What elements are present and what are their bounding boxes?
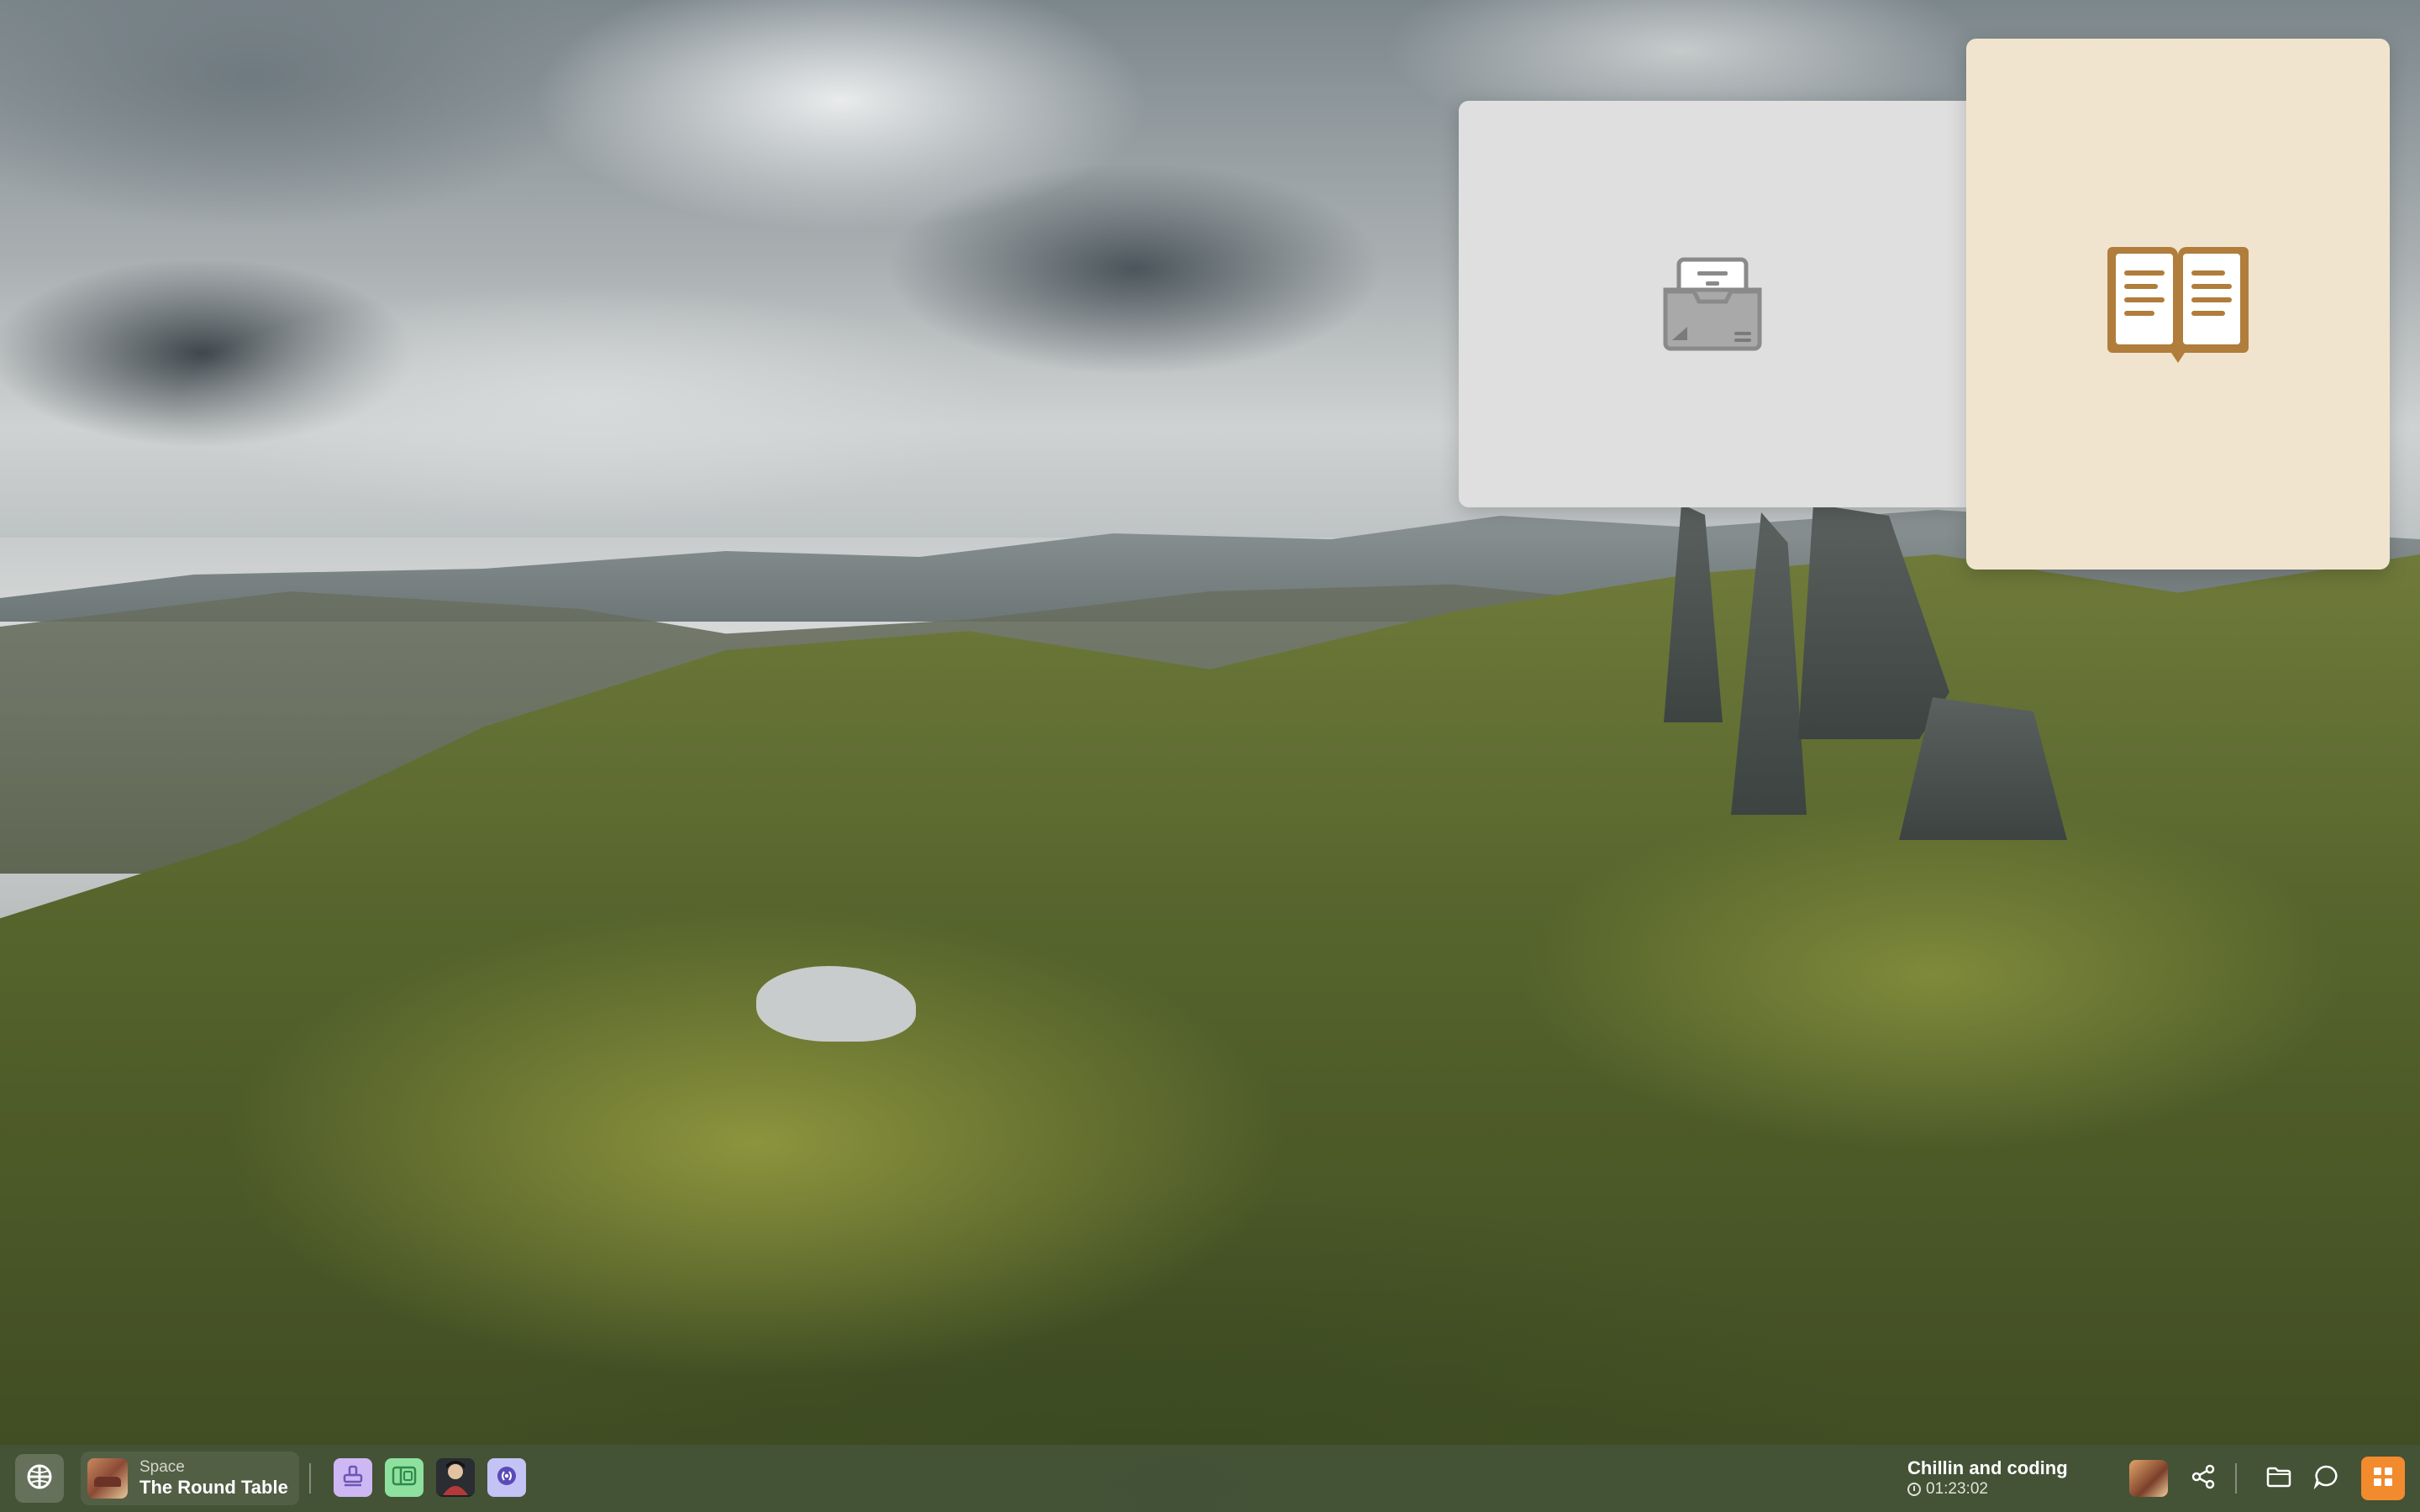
status-indicator[interactable]: Chillin and coding 01:23:02 bbox=[1907, 1453, 2101, 1504]
files-button[interactable] bbox=[2260, 1460, 2297, 1497]
inbox-tray-icon bbox=[1660, 256, 1765, 352]
grid-icon bbox=[2371, 1465, 2395, 1493]
status-title: Chillin and coding bbox=[1907, 1457, 2068, 1478]
notes-book-app-tile[interactable] bbox=[1966, 39, 2390, 570]
panel-app-button[interactable] bbox=[385, 1458, 424, 1497]
open-book-icon bbox=[2104, 242, 2252, 366]
space-kicker: Space bbox=[139, 1458, 185, 1476]
share-button[interactable] bbox=[2185, 1460, 2222, 1497]
chat-bubble-icon bbox=[2313, 1464, 2338, 1494]
participant-avatar[interactable] bbox=[2129, 1460, 2168, 1497]
character-app-icon bbox=[436, 1458, 475, 1497]
character-app-button[interactable] bbox=[436, 1458, 475, 1497]
taskbar: Space The Round Table Chillin and coding… bbox=[0, 1445, 2420, 1512]
panel-app-icon bbox=[392, 1466, 417, 1490]
elapsed-time: 01:23:02 bbox=[1907, 1479, 2101, 1499]
globe-button[interactable] bbox=[15, 1454, 64, 1503]
stamp-app-button[interactable] bbox=[334, 1458, 372, 1497]
globe-icon bbox=[26, 1463, 53, 1494]
space-switcher[interactable]: Space The Round Table bbox=[81, 1452, 299, 1505]
chat-button[interactable] bbox=[2307, 1460, 2344, 1497]
share-icon bbox=[2191, 1464, 2216, 1494]
audio-app-icon bbox=[496, 1465, 518, 1491]
clock-icon bbox=[1907, 1483, 1921, 1496]
space-avatar bbox=[87, 1458, 128, 1499]
folder-icon bbox=[2266, 1466, 2291, 1492]
apps-grid-button[interactable] bbox=[2361, 1457, 2405, 1500]
elapsed-time-value: 01:23:02 bbox=[1926, 1480, 1988, 1498]
taskbar-divider bbox=[309, 1463, 311, 1494]
inbox-app-tile[interactable] bbox=[1459, 101, 1966, 507]
audio-app-button[interactable] bbox=[487, 1458, 526, 1497]
space-name: The Round Table bbox=[139, 1477, 288, 1498]
stamp-app-icon bbox=[342, 1465, 364, 1491]
taskbar-divider bbox=[2235, 1463, 2237, 1494]
